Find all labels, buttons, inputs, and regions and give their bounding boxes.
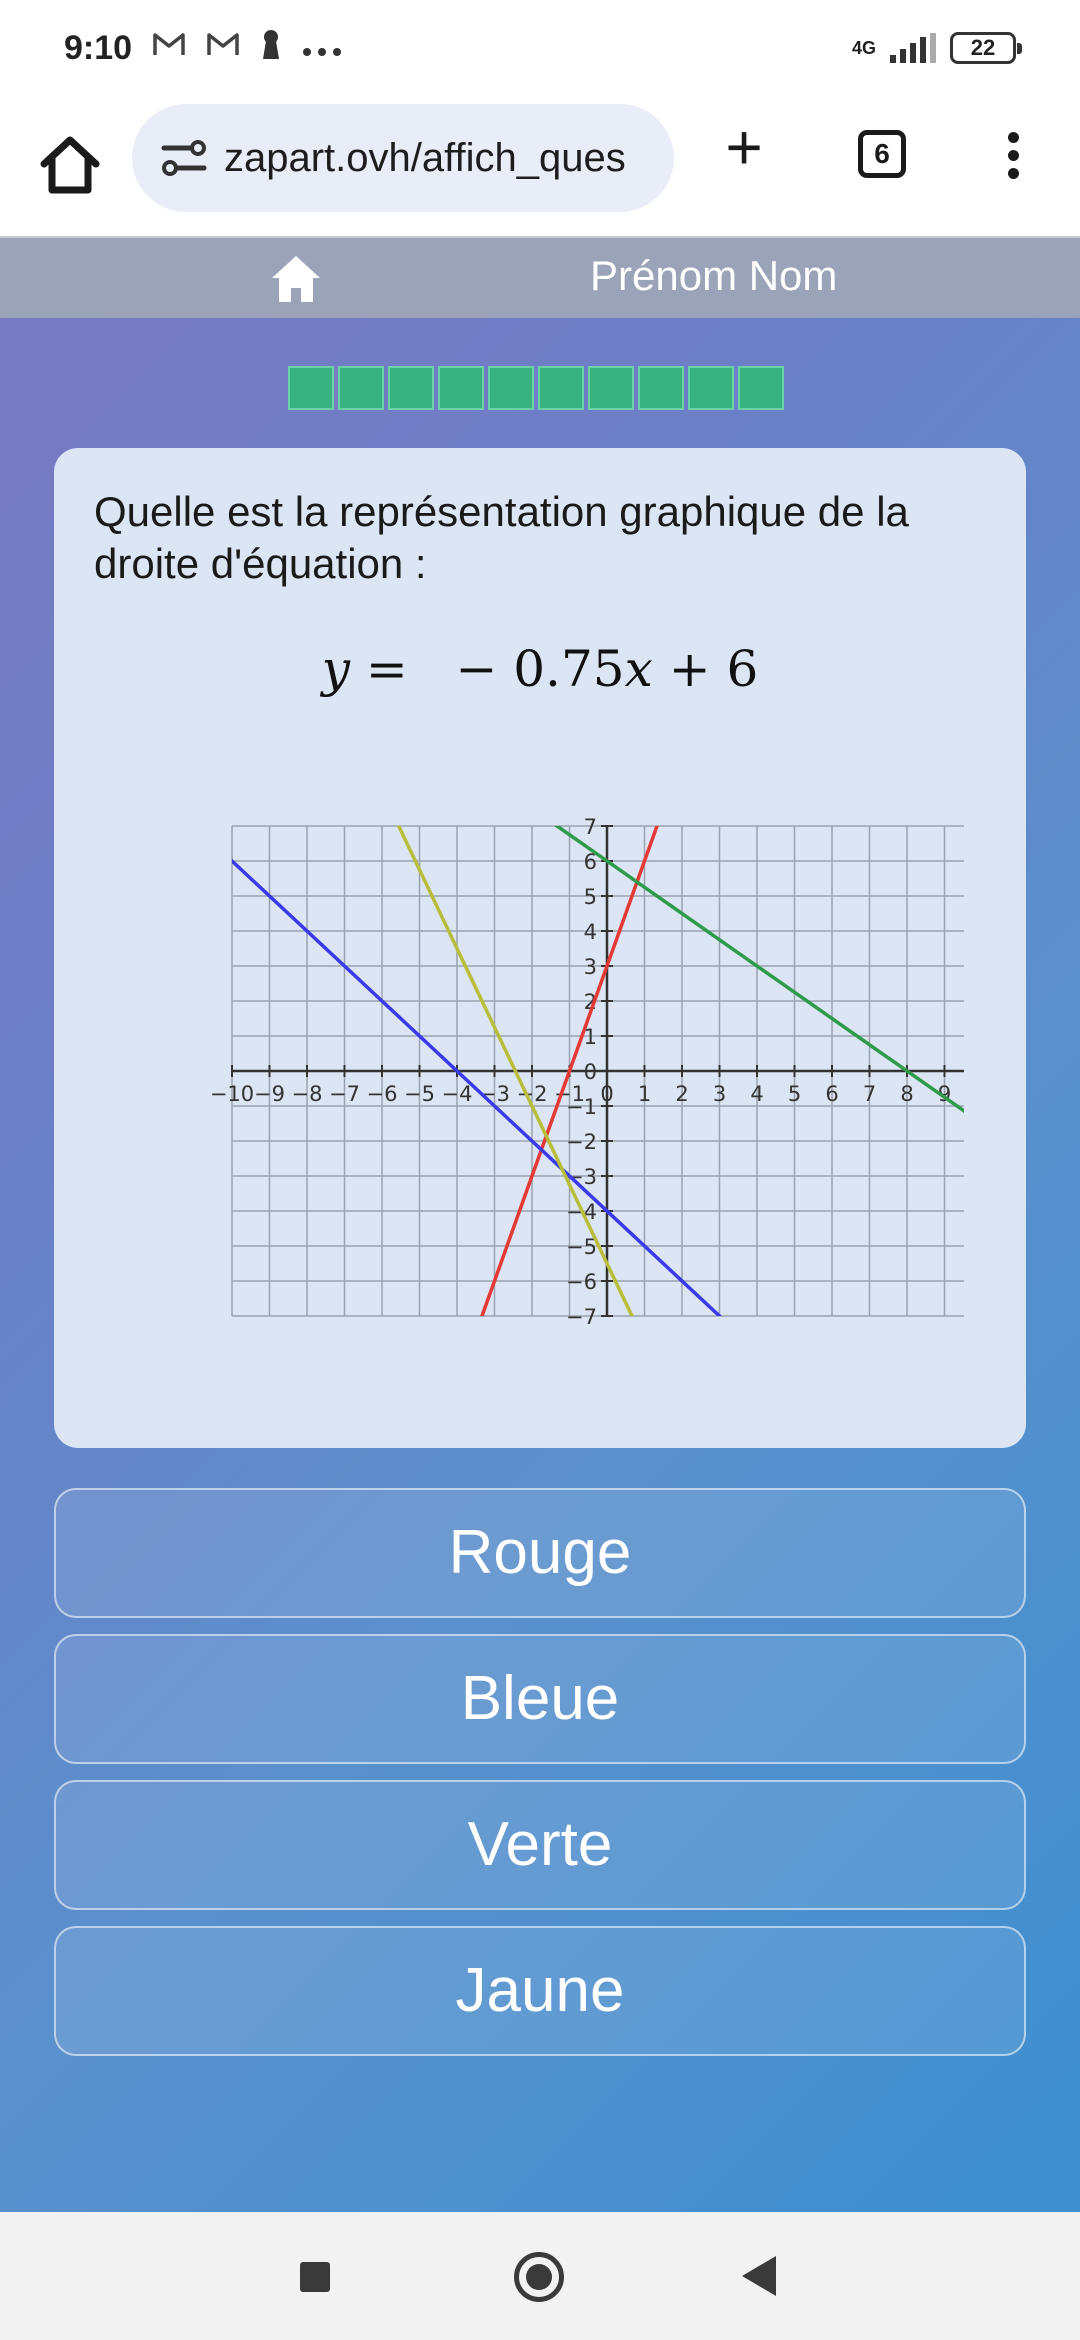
- x-tick-label: −8: [292, 1082, 323, 1106]
- equation-equals: =: [365, 640, 408, 698]
- x-tick-label: 0: [600, 1082, 613, 1106]
- recents-icon[interactable]: [300, 2262, 330, 2292]
- equation: y = − 0.75x + 6: [54, 640, 1026, 698]
- x-tick-label: 5: [788, 1082, 801, 1106]
- line-graph: −10−9−8−7−6−5−4−3−2−1012345678910−7−6−5−…: [210, 815, 964, 1329]
- system-nav-bar: [0, 2212, 1080, 2340]
- answer-button-verte[interactable]: Verte: [54, 1780, 1026, 1910]
- x-tick-label: 3: [713, 1082, 726, 1106]
- x-tick-label: −4: [442, 1082, 473, 1106]
- y-tick-label: 5: [584, 885, 597, 909]
- x-tick-label: 7: [863, 1082, 876, 1106]
- more-notifications-icon: [302, 31, 342, 65]
- y-tick-label: 0: [584, 1060, 597, 1084]
- x-tick-label: 4: [750, 1082, 763, 1106]
- x-tick-label: −6: [367, 1082, 398, 1106]
- equation-minus: −: [455, 640, 498, 698]
- home-circle-icon[interactable]: [514, 2252, 564, 2302]
- url-text[interactable]: zapart.ovh/affich_ques: [224, 136, 626, 181]
- y-tick-label: −2: [566, 1130, 597, 1154]
- answer-button-jaune[interactable]: Jaune: [54, 1926, 1026, 2056]
- question-text: Quelle est la représentation graphique d…: [94, 488, 909, 587]
- y-tick-label: −7: [566, 1305, 597, 1329]
- progress-cell: [588, 366, 634, 410]
- address-bar[interactable]: zapart.ovh/affich_ques: [132, 104, 674, 212]
- site-home-icon[interactable]: [268, 252, 324, 306]
- keyhole-icon: [260, 29, 282, 67]
- progress-cell: [288, 366, 334, 410]
- y-tick-label: 7: [584, 815, 597, 839]
- progress-cell: [688, 366, 734, 410]
- status-time: 9:10: [64, 28, 133, 67]
- user-name[interactable]: Prénom Nom: [590, 252, 837, 300]
- network-type: 4G: [851, 38, 876, 58]
- browser-menu-icon[interactable]: [998, 132, 1028, 182]
- progress-cell: [388, 366, 434, 410]
- x-tick-label: 1: [638, 1082, 651, 1106]
- x-tick-label: 8: [900, 1082, 913, 1106]
- x-tick-label: 6: [825, 1082, 838, 1106]
- new-tab-button[interactable]: +: [712, 115, 776, 182]
- status-bar: 9:10 4G 22: [0, 0, 1080, 96]
- y-tick-label: −5: [566, 1235, 597, 1259]
- tab-switcher-button[interactable]: 6: [858, 130, 906, 178]
- x-tick-label: −5: [404, 1082, 435, 1106]
- y-tick-label: −6: [566, 1270, 597, 1294]
- y-tick-label: 4: [584, 920, 597, 944]
- signal-icon: [890, 33, 936, 63]
- x-tick-label: −9: [254, 1082, 285, 1106]
- y-tick-label: 3: [584, 955, 597, 979]
- y-tick-label: −1: [566, 1095, 597, 1119]
- site-header: Prénom Nom: [0, 236, 1080, 318]
- equation-plus: +: [668, 640, 711, 698]
- browser-toolbar: zapart.ovh/affich_ques + 6: [0, 96, 1080, 236]
- progress-bar: [288, 366, 784, 410]
- series-line-3: [553, 826, 964, 1114]
- progress-cell: [438, 366, 484, 410]
- x-tick-label: 2: [675, 1082, 688, 1106]
- home-icon[interactable]: [30, 126, 110, 206]
- progress-cell: [488, 366, 534, 410]
- site-settings-icon[interactable]: [160, 136, 208, 180]
- equation-var: x: [624, 640, 653, 698]
- progress-cell: [738, 366, 784, 410]
- progress-cell: [538, 366, 584, 410]
- tab-count: 6: [874, 138, 890, 169]
- status-right: 4G 22: [851, 32, 1022, 64]
- battery-icon: 22: [950, 32, 1022, 64]
- progress-cell: [638, 366, 684, 410]
- answer-button-rouge[interactable]: Rouge: [54, 1488, 1026, 1618]
- web-page: Prénom Nom Quelle est la représentation …: [0, 236, 1080, 2212]
- equation-const: 6: [726, 640, 759, 698]
- equation-lhs: y: [321, 640, 350, 698]
- x-tick-label: −10: [210, 1082, 254, 1106]
- x-tick-label: −7: [329, 1082, 360, 1106]
- question-card: Quelle est la représentation graphique d…: [54, 448, 1026, 1448]
- equation-coef: 0.75: [513, 640, 625, 698]
- status-left: 9:10: [64, 29, 342, 68]
- gmail-icon-2: [206, 31, 240, 65]
- progress-cell: [338, 366, 384, 410]
- battery-level: 22: [970, 35, 996, 60]
- back-icon[interactable]: [742, 2256, 776, 2296]
- gmail-icon: [152, 31, 186, 65]
- answer-button-bleue[interactable]: Bleue: [54, 1634, 1026, 1764]
